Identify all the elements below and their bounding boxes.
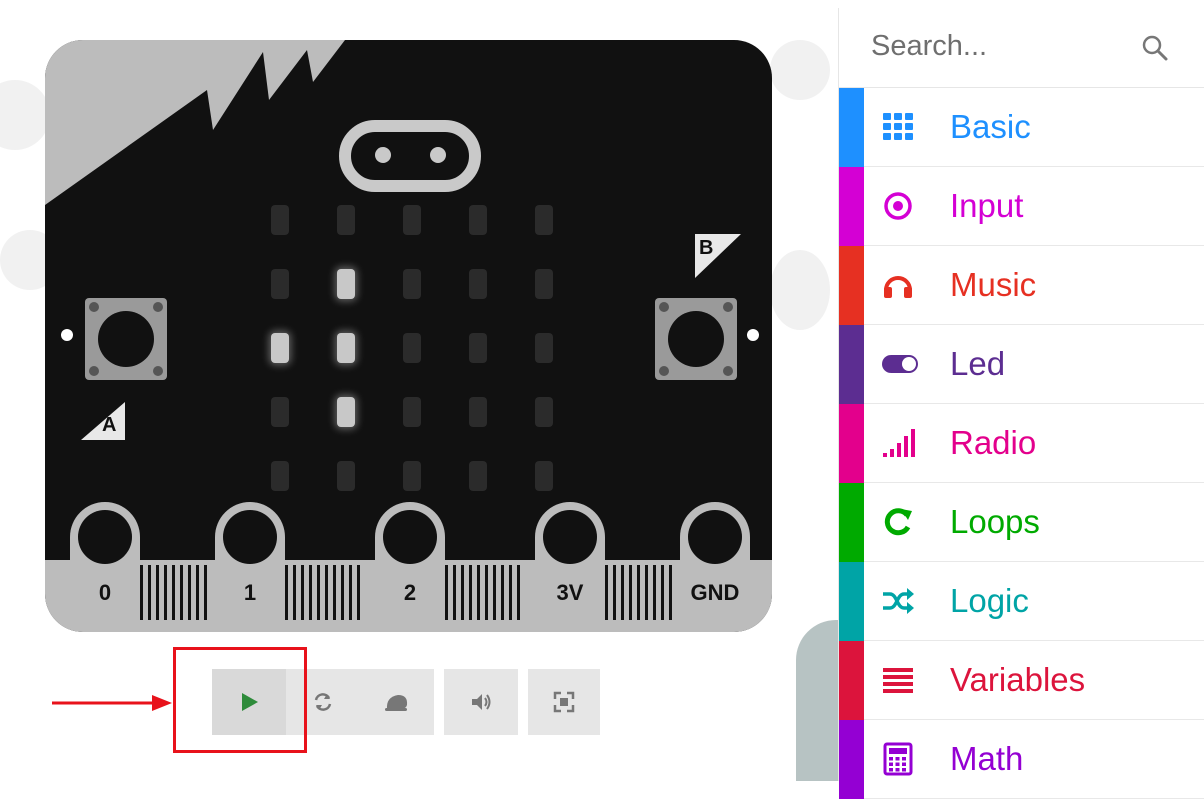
calculator-icon [881,742,915,776]
category-color-bar [839,562,864,641]
led-r2-c2 [403,333,421,363]
pin-3v-label: 3V [556,580,584,605]
toggle-icon [881,347,918,381]
slow-mo-button[interactable] [360,669,434,735]
category-color-bar [839,483,864,562]
led-r3-c4 [535,397,553,427]
category-label: Loops [950,503,1040,540]
led-r4-c0 [271,461,289,491]
category-label: Variables [950,661,1086,698]
led-r0-c1 [337,205,355,235]
shuffle-icon [881,584,915,618]
led-r1-c2 [403,269,421,299]
led-r1-c3 [469,269,487,299]
signal-icon [881,426,915,460]
category-math[interactable]: Math [839,720,1204,799]
led-r3-c3 [469,397,487,427]
category-radio[interactable]: Radio [839,404,1204,483]
fullscreen-icon [553,691,575,713]
pin-gnd-label: GND [690,580,740,605]
led-r0-c0 [271,205,289,235]
category-input[interactable]: Input [839,167,1204,246]
led-r2-c1 [337,333,355,363]
led-r3-c1 [337,397,355,427]
led-r4-c3 [469,461,487,491]
slow-mo-icon [385,695,408,711]
led-r1-c4 [535,269,553,299]
category-color-bar [839,641,864,720]
target-icon [881,189,915,223]
category-color-bar [839,720,864,799]
led-r2-c0 [271,333,289,363]
button-b-label: B [699,237,714,259]
search-icon[interactable] [1141,34,1169,62]
search-input[interactable] [871,24,1141,68]
category-label: Input [950,187,1024,224]
category-color-bar [839,246,864,325]
category-label: Radio [950,424,1037,461]
led-r0-c2 [403,205,421,235]
background-decoration [0,80,50,150]
led-r2-c4 [535,333,553,363]
category-basic[interactable]: Basic [839,88,1204,167]
button-b[interactable] [655,298,737,380]
category-loops[interactable]: Loops [839,483,1204,562]
category-led[interactable]: Led [839,325,1204,404]
category-music[interactable]: Music [839,246,1204,325]
led-r4-c1 [337,461,355,491]
category-variables[interactable]: Variables [839,641,1204,720]
background-decoration [770,250,830,330]
list-icon [881,663,915,697]
led-r1-c1 [337,269,355,299]
sim-controls-group [286,669,434,735]
led-r4-c2 [403,461,421,491]
red-arrow-annotation [52,695,172,711]
category-label: Music [950,266,1037,303]
button-a-label: A [102,414,117,436]
headphones-icon [881,268,915,302]
fullscreen-button[interactable] [528,669,600,735]
restart-icon [314,693,332,711]
background-decoration [770,40,830,100]
mute-button[interactable] [444,669,518,735]
toolbox-search [839,8,1204,88]
mute-icon [472,694,491,710]
highlight-box [173,647,307,753]
microbit-simulator[interactable]: A B 0 1 2 3V GND [45,40,772,632]
category-label: Logic [950,582,1029,619]
led-r3-c0 [271,397,289,427]
button-a[interactable] [85,298,167,380]
grid-icon [881,110,915,144]
led-r2-c3 [469,333,487,363]
category-label: Led [950,345,1006,382]
pin-1-label: 1 [243,580,257,605]
pin-0-label: 0 [98,580,112,605]
led-r0-c3 [469,205,487,235]
toolbox: Basic Input Music Led Radio Loops Logic Variabl… [838,8,1204,799]
led-r0-c4 [535,205,553,235]
led-r1-c0 [271,269,289,299]
category-color-bar [839,325,864,404]
refresh-icon [881,505,915,539]
pin-2-label: 2 [403,580,417,605]
led-r4-c4 [535,461,553,491]
led-r3-c2 [403,397,421,427]
category-logic[interactable]: Logic [839,562,1204,641]
category-color-bar [839,167,864,246]
category-color-bar [839,88,864,167]
category-color-bar [839,404,864,483]
category-label: Basic [950,108,1031,145]
category-label: Math [950,740,1024,777]
